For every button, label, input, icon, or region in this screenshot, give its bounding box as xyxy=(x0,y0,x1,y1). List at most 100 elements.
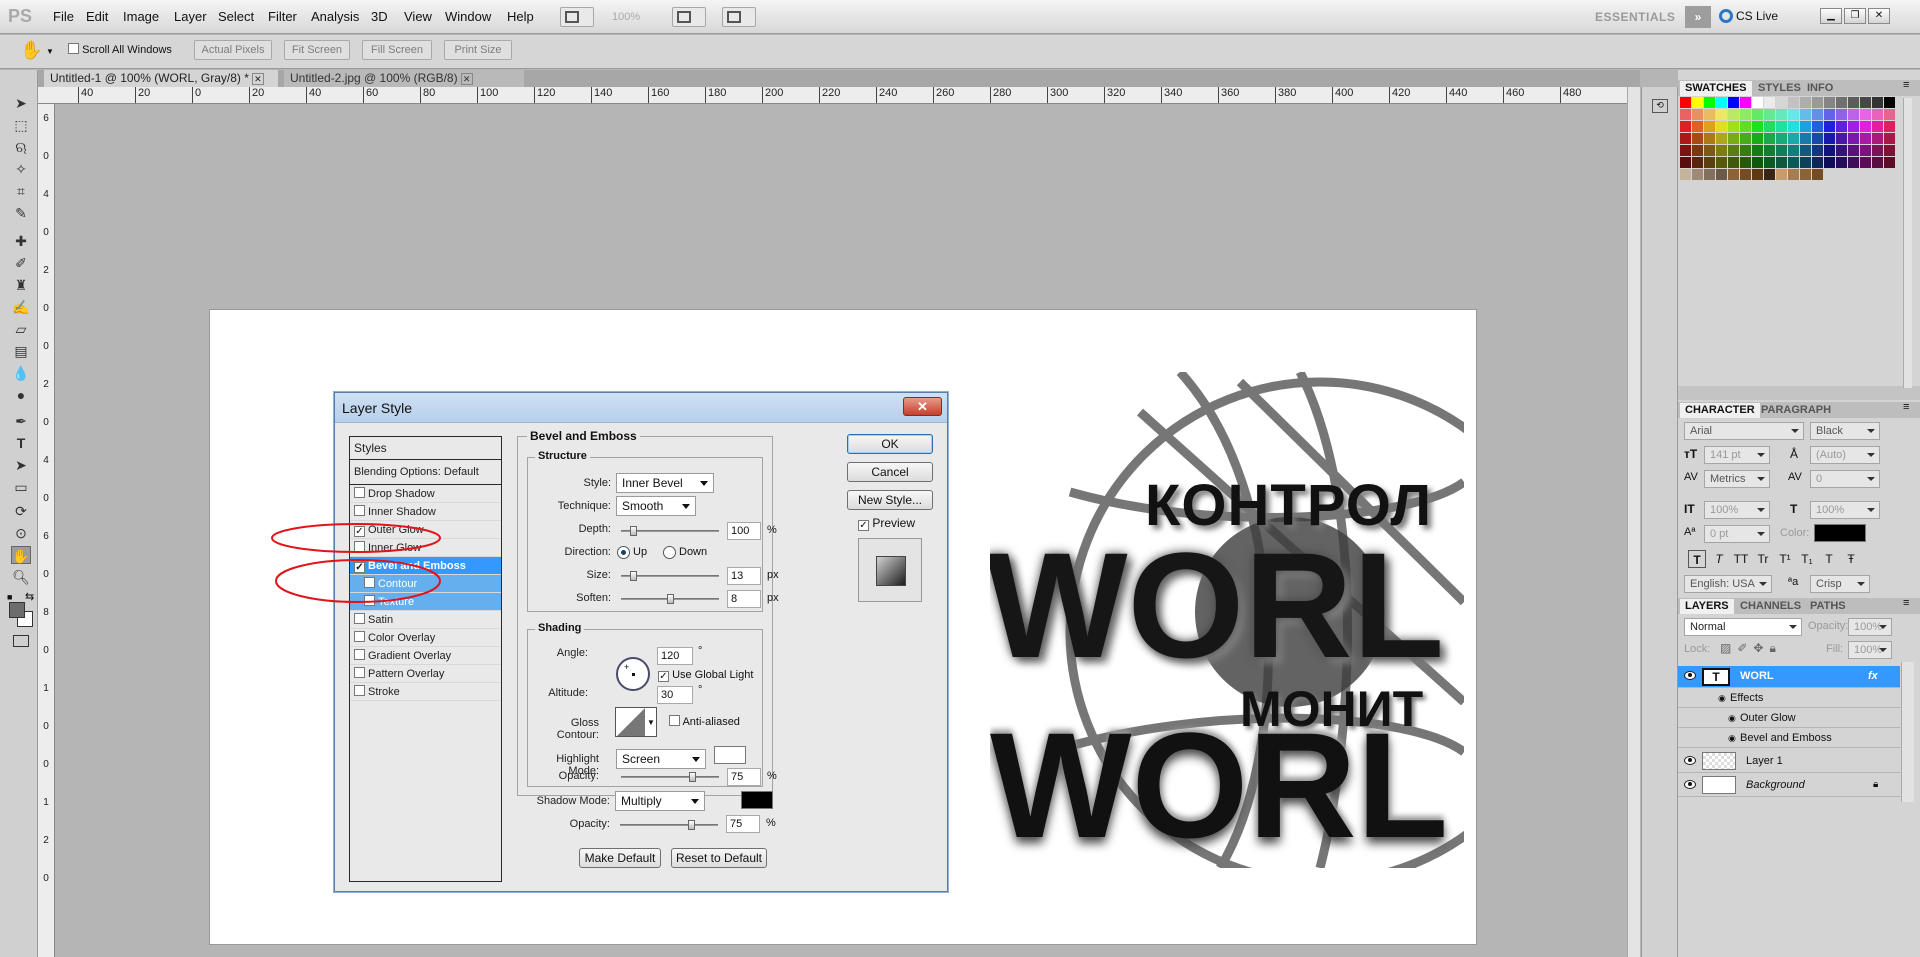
launch-bridge-button[interactable] xyxy=(560,7,594,27)
swatch[interactable] xyxy=(1884,145,1895,156)
swatch[interactable] xyxy=(1692,145,1703,156)
swatch[interactable] xyxy=(1692,121,1703,132)
swatch[interactable] xyxy=(1848,109,1859,120)
shadow-mode-select[interactable]: Multiply xyxy=(615,791,705,811)
type-style-button[interactable]: T xyxy=(1710,550,1728,568)
swatch[interactable] xyxy=(1716,121,1727,132)
visibility-eye-icon[interactable] xyxy=(1684,780,1696,789)
swatch[interactable] xyxy=(1692,97,1703,108)
gloss-contour-picker[interactable]: ▼ xyxy=(615,707,657,737)
shadow-opacity-thumb[interactable] xyxy=(688,820,695,830)
menu-edit[interactable]: Edit xyxy=(86,9,108,24)
swatch[interactable] xyxy=(1692,109,1703,120)
swatch[interactable] xyxy=(1716,157,1727,168)
horizontal-scale-input[interactable]: 100% xyxy=(1810,501,1880,519)
swatch[interactable] xyxy=(1716,133,1727,144)
shadow-opacity-slider[interactable] xyxy=(620,820,718,830)
text-color-swatch[interactable] xyxy=(1814,524,1866,542)
fx-icon[interactable]: fx xyxy=(1868,666,1878,686)
effect-eye-icon[interactable]: ◉ xyxy=(1728,728,1736,748)
menu-filter[interactable]: Filter xyxy=(268,9,297,24)
shape-tool-icon[interactable]: ▭ xyxy=(11,478,31,496)
swatch[interactable] xyxy=(1764,109,1775,120)
swatch[interactable] xyxy=(1800,109,1811,120)
pen-tool-icon[interactable]: ✒ xyxy=(11,412,31,430)
use-global-light-checkbox[interactable]: ✓ xyxy=(658,671,669,682)
vertical-scale-input[interactable]: 100% xyxy=(1704,501,1770,519)
menu-select[interactable]: Select xyxy=(218,9,254,24)
swatch[interactable] xyxy=(1752,169,1763,180)
menu-layer[interactable]: Layer xyxy=(174,9,207,24)
soften-slider-thumb[interactable] xyxy=(667,594,674,604)
layers-scrollbar[interactable] xyxy=(1901,662,1914,802)
swatch[interactable] xyxy=(1884,157,1895,168)
style-checkbox[interactable] xyxy=(354,631,365,642)
document-tab-active[interactable]: Untitled-1 @ 100% (WORL, Gray/8) * ✕ xyxy=(44,70,278,87)
type-style-button[interactable]: T₁ xyxy=(1798,550,1816,568)
tab-info[interactable]: INFO xyxy=(1802,81,1838,96)
highlight-opacity-thumb[interactable] xyxy=(689,772,696,782)
tab-paragraph[interactable]: PARAGRAPH xyxy=(1756,403,1836,418)
swatch[interactable] xyxy=(1812,109,1823,120)
swatch[interactable] xyxy=(1824,109,1835,120)
swatch[interactable] xyxy=(1848,157,1859,168)
panel-menu-icon[interactable]: ≡ xyxy=(1903,79,1909,91)
swatch[interactable] xyxy=(1836,157,1847,168)
eraser-tool-icon[interactable]: ▱ xyxy=(11,320,31,338)
swatch[interactable] xyxy=(1800,133,1811,144)
swatch[interactable] xyxy=(1776,109,1787,120)
swatch[interactable] xyxy=(1872,109,1883,120)
swatch[interactable] xyxy=(1812,157,1823,168)
swatch[interactable] xyxy=(1740,133,1751,144)
direction-up-radio[interactable] xyxy=(617,546,630,559)
tool-preset-dropdown[interactable]: ▼ xyxy=(46,47,54,56)
menu-image[interactable]: Image xyxy=(123,9,159,24)
swatch[interactable] xyxy=(1752,109,1763,120)
layer-row-background[interactable]: Background 🔒︎ xyxy=(1678,773,1900,797)
hand-tool-icon[interactable]: ✋ xyxy=(20,40,42,61)
swatch[interactable] xyxy=(1836,133,1847,144)
font-style-select[interactable]: Black xyxy=(1810,422,1880,440)
effect-eye-icon[interactable]: ◉ xyxy=(1728,708,1736,728)
visibility-eye-icon[interactable] xyxy=(1684,756,1696,765)
swatch[interactable] xyxy=(1824,157,1835,168)
swatch[interactable] xyxy=(1728,121,1739,132)
scroll-all-windows-checkbox[interactable] xyxy=(68,43,79,54)
swatch[interactable] xyxy=(1752,133,1763,144)
swatch[interactable] xyxy=(1740,109,1751,120)
depth-slider[interactable] xyxy=(621,526,719,536)
styles-header[interactable]: Styles xyxy=(350,437,501,460)
path-selection-tool-icon[interactable]: ➤ xyxy=(11,456,31,474)
type-style-button[interactable]: T xyxy=(1820,550,1838,568)
preview-option[interactable]: ✓ Preview xyxy=(858,516,915,531)
move-tool-icon[interactable]: ➤ xyxy=(11,94,31,112)
menu-analysis[interactable]: Analysis xyxy=(311,9,359,24)
swatch[interactable] xyxy=(1704,157,1715,168)
swatch[interactable] xyxy=(1824,145,1835,156)
style-checkbox[interactable] xyxy=(354,667,365,678)
angle-input[interactable]: 120 xyxy=(657,647,693,665)
close-tab-icon[interactable]: ✕ xyxy=(251,73,264,85)
swap-colors-icon[interactable]: ⇆ xyxy=(25,590,34,603)
effect-bevel-emboss-row[interactable]: ◉ Bevel and Emboss xyxy=(1678,728,1900,748)
layers-menu-icon[interactable]: ≡ xyxy=(1903,597,1909,609)
anti-alias-select[interactable]: Crisp xyxy=(1810,575,1870,593)
highlight-opacity-slider[interactable] xyxy=(621,772,719,782)
swatch[interactable] xyxy=(1764,121,1775,132)
swatch[interactable] xyxy=(1776,121,1787,132)
foreground-color-swatch[interactable] xyxy=(9,602,25,618)
swatch[interactable] xyxy=(1680,97,1691,108)
swatch[interactable] xyxy=(1716,169,1727,180)
type-style-button[interactable]: T xyxy=(1688,550,1706,568)
swatch[interactable] xyxy=(1680,121,1691,132)
minimize-button[interactable]: ▁ xyxy=(1820,8,1842,24)
swatch[interactable] xyxy=(1848,133,1859,144)
swatch[interactable] xyxy=(1728,169,1739,180)
3d-orbit-tool-icon[interactable]: ⊙ xyxy=(11,524,31,542)
style-checkbox[interactable] xyxy=(354,649,365,660)
style-item-color-overlay[interactable]: Color Overlay xyxy=(350,629,501,647)
swatch[interactable] xyxy=(1860,145,1871,156)
layer-opacity-input[interactable]: 100% xyxy=(1848,618,1892,636)
menu-view[interactable]: View xyxy=(404,9,432,24)
tab-paths[interactable]: PATHS xyxy=(1805,599,1851,614)
